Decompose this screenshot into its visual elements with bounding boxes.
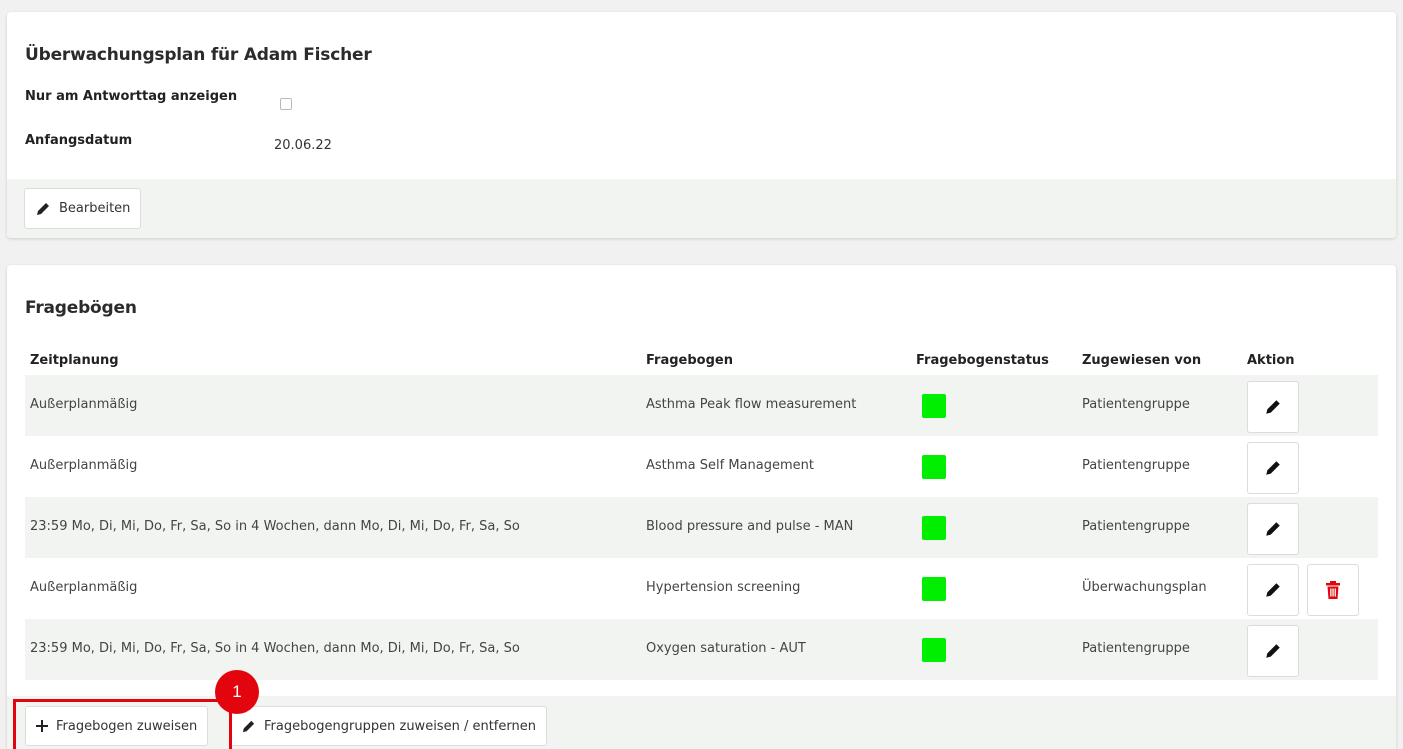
- assign-questionnaire-button[interactable]: Fragebogen zuweisen: [25, 706, 209, 746]
- delete-row-button[interactable]: [1307, 564, 1359, 616]
- schedule-cell: Außerplanmäßig: [30, 580, 138, 595]
- table-row: Außerplanmäßig Asthma Self Management Pa…: [25, 436, 1378, 497]
- column-header-action: Aktion: [1247, 353, 1295, 368]
- column-header-schedule: Zeitplanung: [30, 353, 119, 368]
- questionnaire-cell: Blood pressure and pulse - MAN: [646, 519, 854, 534]
- edit-row-button[interactable]: [1247, 564, 1299, 616]
- assign-remove-groups-button[interactable]: Fragebogengruppen zuweisen / entfernen: [230, 706, 547, 746]
- monitoring-plan-card: Überwachungsplan für Adam Fischer Nur am…: [7, 12, 1396, 238]
- questionnaires-card-footer: Fragebogen zuweisen Fragebogengruppen zu…: [7, 696, 1396, 749]
- column-header-assigned-by: Zugewiesen von: [1082, 353, 1202, 368]
- assign-remove-groups-label: Fragebogengruppen zuweisen / entfernen: [264, 718, 536, 734]
- status-indicator: [922, 516, 946, 540]
- pencil-icon: [1266, 400, 1280, 414]
- edit-row-button[interactable]: [1247, 503, 1299, 555]
- edit-row-button[interactable]: [1247, 625, 1299, 677]
- assigned-by-cell: Patientengruppe: [1082, 641, 1190, 656]
- page-title: Überwachungsplan für Adam Fischer: [25, 45, 372, 65]
- status-indicator: [922, 455, 946, 479]
- edit-plan-button-label: Bearbeiten: [59, 201, 131, 216]
- questionnaire-cell: Asthma Self Management: [646, 458, 814, 473]
- questionnaire-cell: Oxygen saturation - AUT: [646, 641, 806, 656]
- annotation-marker: 1: [215, 670, 259, 714]
- assigned-by-cell: Überwachungsplan: [1082, 580, 1207, 595]
- questionnaires-card: Fragebögen Zeitplanung Fragebogen Frageb…: [7, 265, 1396, 749]
- questionnaire-cell: Hypertension screening: [646, 580, 801, 595]
- schedule-cell: 23:59 Mo, Di, Mi, Do, Fr, Sa, So in 4 Wo…: [30, 641, 520, 656]
- assigned-by-cell: Patientengruppe: [1082, 397, 1190, 412]
- trash-icon: [1326, 581, 1340, 599]
- edit-plan-button[interactable]: Bearbeiten: [24, 188, 142, 229]
- edit-row-button[interactable]: [1247, 381, 1299, 433]
- column-header-questionnaire: Fragebogen: [646, 353, 733, 368]
- pencil-icon: [1266, 583, 1280, 597]
- status-indicator: [922, 638, 946, 662]
- questionnaire-cell: Asthma Peak flow measurement: [646, 397, 857, 412]
- pencil-icon: [1266, 644, 1280, 658]
- pencil-icon: [1266, 461, 1280, 475]
- plus-icon: [36, 720, 48, 732]
- respond-day-only-checkbox[interactable]: [280, 98, 292, 110]
- status-indicator: [922, 394, 946, 418]
- edit-row-button[interactable]: [1247, 442, 1299, 494]
- table-row: Außerplanmäßig Hypertension screening Üb…: [25, 558, 1378, 619]
- table-header: Zeitplanung Fragebogen Fragebogenstatus …: [25, 351, 1378, 375]
- table-row: Außerplanmäßig Asthma Peak flow measurem…: [25, 375, 1378, 436]
- start-date-value: 20.06.22: [274, 138, 332, 153]
- schedule-cell: Außerplanmäßig: [30, 458, 138, 473]
- assigned-by-cell: Patientengruppe: [1082, 458, 1190, 473]
- questionnaires-title: Fragebögen: [25, 298, 137, 318]
- table-row: 23:59 Mo, Di, Mi, Do, Fr, Sa, So in 4 Wo…: [25, 497, 1378, 558]
- pencil-icon: [37, 202, 49, 215]
- start-date-label: Anfangsdatum: [25, 133, 133, 148]
- respond-day-only-label: Nur am Antworttag anzeigen: [25, 89, 238, 104]
- schedule-cell: Außerplanmäßig: [30, 397, 138, 412]
- pencil-icon: [1266, 522, 1280, 536]
- pencil-icon: [242, 720, 255, 732]
- assigned-by-cell: Patientengruppe: [1082, 519, 1190, 534]
- column-header-status: Fragebogenstatus: [916, 353, 1049, 368]
- plan-card-footer: Bearbeiten: [7, 179, 1396, 238]
- status-indicator: [922, 577, 946, 601]
- schedule-cell: 23:59 Mo, Di, Mi, Do, Fr, Sa, So in 4 Wo…: [30, 519, 520, 534]
- assign-questionnaire-label: Fragebogen zuweisen: [56, 718, 198, 734]
